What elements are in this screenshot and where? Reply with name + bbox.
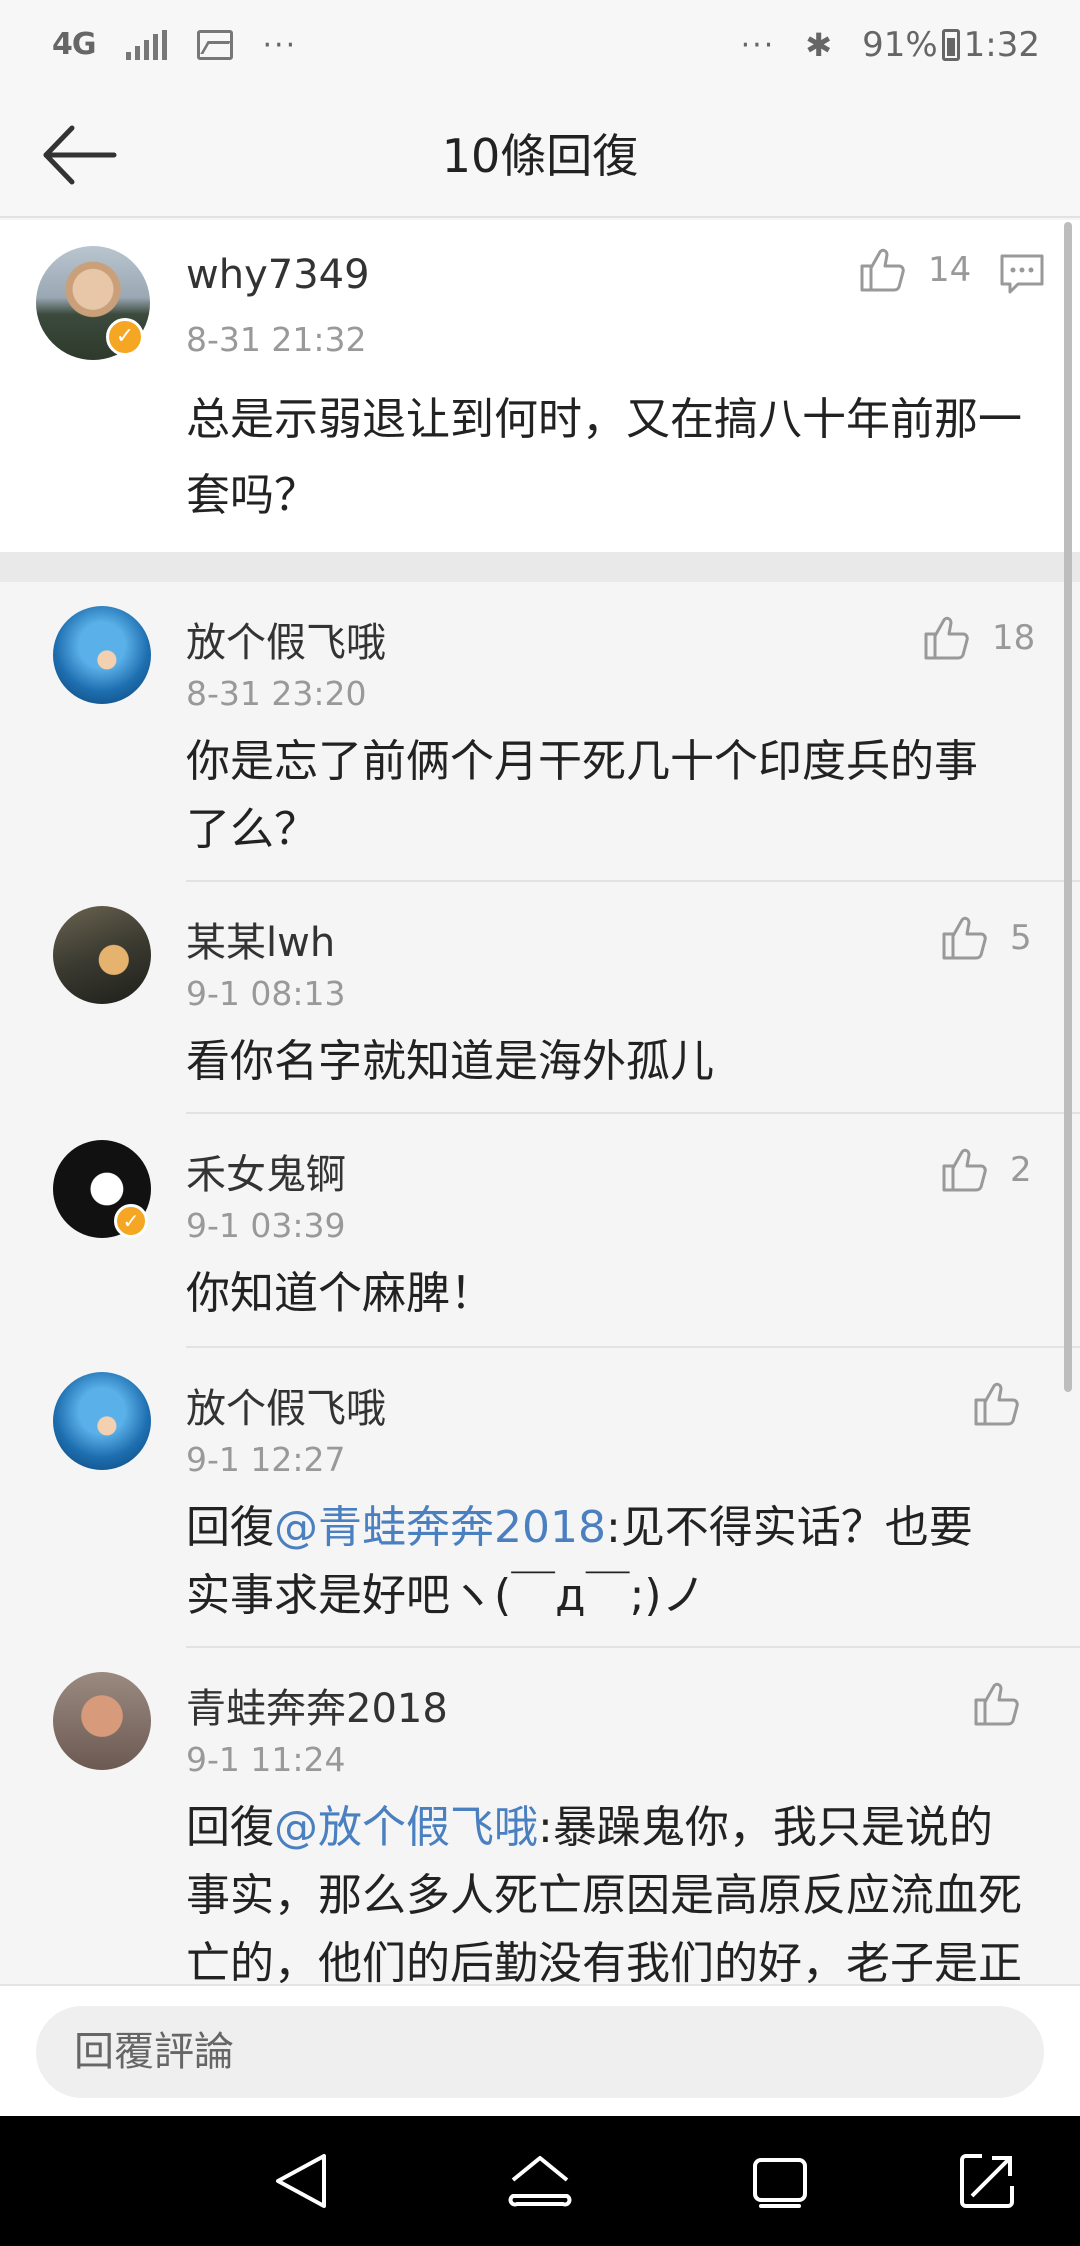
nav-back-icon <box>276 2154 326 2208</box>
reply-prefix: 回復 <box>186 1802 274 1853</box>
nav-home-button[interactable] <box>505 2146 575 2216</box>
post-content: 总是示弱退让到何时，又在搞八十年前那一套吗？ <box>186 394 1022 521</box>
clock: 1:32 <box>963 25 1040 65</box>
reply-username[interactable]: 青蛙奔奔2018 <box>186 1676 448 1734</box>
like-button[interactable] <box>972 1380 1042 1428</box>
reply-item: 放个假飞哦 9-1 12:27 回復@青蛙奔奔2018:见不得实话？也要实事求是… <box>0 1348 1080 1648</box>
like-button[interactable]: 2 <box>940 1146 1032 1194</box>
status-bar: 4G ··· ··· ✱ 91% 1:32 <box>0 0 1080 90</box>
reply-content: 看你名字就知道是海外孤儿 <box>186 1036 714 1087</box>
navigation-bar <box>0 2116 1080 2246</box>
reply-content: 你知道个麻脾！ <box>186 1268 494 1319</box>
reply-content: 回復@放个假飞哦:暴躁鬼你，我只是说的事实，那么多人死亡原因是高原反应流血死亡的… <box>186 1794 1026 1984</box>
verified-badge-icon: ✓ <box>106 318 144 356</box>
reply-time: 9-1 11:24 <box>186 1740 346 1779</box>
mention-link[interactable]: @放个假飞哦 <box>274 1802 538 1853</box>
reply-time: 8-31 23:20 <box>186 674 367 713</box>
thumbs-up-icon <box>940 914 990 962</box>
status-right: ··· ✱ 91% 1:32 <box>741 25 1040 65</box>
status-right-overflow-icon: ··· <box>740 27 776 63</box>
nav-home-icon <box>508 2156 572 2207</box>
network-indicator: 4G <box>52 27 96 62</box>
post-username[interactable]: why7349 <box>186 252 370 298</box>
bluetooth-icon: ✱ <box>805 26 833 64</box>
nav-expand-icon <box>960 2154 1014 2208</box>
battery-percent: 91% <box>862 25 938 65</box>
reply-item: 放个假飞哦 8-31 23:20 你是忘了前俩个月干死几十个印度兵的事了么？ 1… <box>0 582 1080 882</box>
post-time: 8-31 21:32 <box>186 320 367 359</box>
status-left: 4G ··· <box>52 28 297 63</box>
reply-prefix: 回復 <box>186 1502 274 1553</box>
thumbs-up-icon <box>972 1680 1022 1728</box>
reply-item: 青蛙奔奔2018 9-1 11:24 回復@放个假飞哦:暴躁鬼你，我只是说的事实… <box>0 1648 1080 1984</box>
reply-time: 9-1 12:27 <box>186 1440 346 1479</box>
header: 10條回復 <box>0 90 1080 218</box>
nav-expand-button[interactable] <box>952 2146 1022 2216</box>
thumbs-up-icon <box>858 246 908 294</box>
reply-username[interactable]: 某某lwh <box>186 910 335 968</box>
like-button[interactable]: 18 <box>922 614 1035 662</box>
reply-item: ✓ 禾女鬼锕 9-1 03:39 你知道个麻脾！ 2 <box>0 1114 1080 1348</box>
reply-content: 回復@青蛙奔奔2018:见不得实话？也要实事求是好吧ヽ(￣д￣;)ノ <box>186 1494 1016 1630</box>
reply-username[interactable]: 放个假飞哦 <box>186 610 386 668</box>
like-count: 5 <box>1010 918 1032 958</box>
like-button[interactable]: 14 <box>858 246 971 294</box>
reply-item: 某某lwh 9-1 08:13 看你名字就知道是海外孤儿 5 <box>0 882 1080 1114</box>
image-icon <box>196 30 233 60</box>
reply-bar: 回覆評論 <box>0 1984 1080 2116</box>
reply-time: 9-1 03:39 <box>186 1206 346 1245</box>
thumbs-up-icon <box>922 614 972 662</box>
battery-group: 91% 1:32 <box>862 25 1040 65</box>
like-count: 14 <box>928 250 972 290</box>
signal-icon <box>125 30 167 60</box>
avatar[interactable] <box>53 606 151 704</box>
battery-icon <box>941 29 960 61</box>
like-button[interactable]: 5 <box>940 914 1032 962</box>
nav-recents-button[interactable] <box>745 2146 815 2216</box>
verified-badge-icon: ✓ <box>114 1204 148 1238</box>
reply-input[interactable]: 回覆評論 <box>36 2006 1044 2098</box>
nav-recents-icon <box>753 2158 807 2208</box>
status-overflow-icon: ··· <box>262 27 298 63</box>
like-button[interactable] <box>972 1680 1042 1728</box>
page-title: 10條回復 <box>441 129 639 183</box>
reply-username[interactable]: 放个假飞哦 <box>186 1376 386 1434</box>
avatar[interactable] <box>53 906 151 1004</box>
thumbs-up-icon <box>940 1146 990 1194</box>
section-divider <box>0 552 1080 582</box>
reply-username[interactable]: 禾女鬼锕 <box>186 1142 346 1200</box>
comment-icon[interactable] <box>998 250 1046 298</box>
scrollbar[interactable] <box>1064 222 1072 1392</box>
mention-link[interactable]: @青蛙奔奔2018 <box>274 1502 606 1553</box>
thumbs-up-icon <box>972 1380 1022 1428</box>
main-post: ✓ why7349 8-31 21:32 总是示弱退让到何时，又在搞八十年前那一… <box>0 220 1080 552</box>
reply-time: 9-1 08:13 <box>186 974 346 1013</box>
avatar[interactable] <box>53 1372 151 1470</box>
like-count: 18 <box>992 618 1036 658</box>
reply-content: 你是忘了前俩个月干死几十个印度兵的事了么？ <box>186 736 978 855</box>
nav-back-button[interactable] <box>266 2146 336 2216</box>
avatar[interactable] <box>53 1672 151 1770</box>
like-count: 2 <box>1010 1150 1032 1190</box>
